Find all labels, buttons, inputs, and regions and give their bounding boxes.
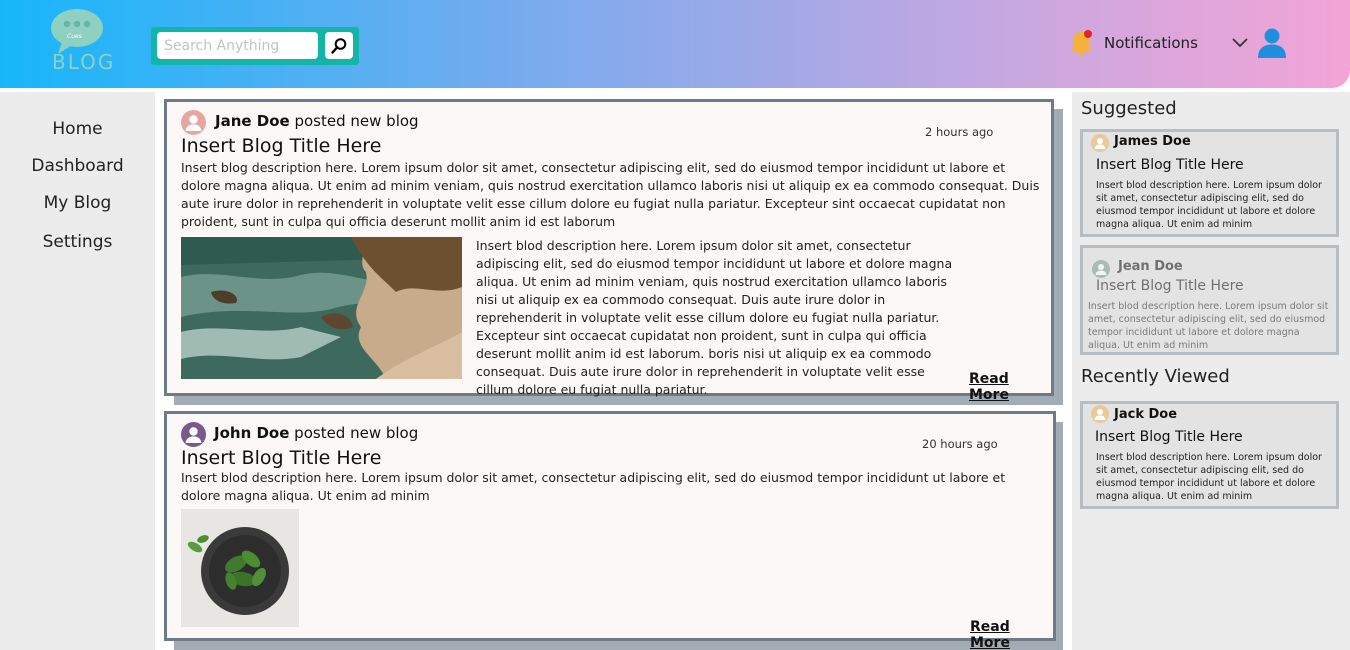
nav-item-settings[interactable]: Settings [0, 232, 155, 252]
suggested-title: Insert Blog Title Here [1096, 278, 1244, 294]
suggested-author-name: Jean Doe [1118, 259, 1183, 274]
author-name[interactable]: Jane Doe [215, 112, 290, 130]
post-side-text: Insert blod description here. Lorem ipsu… [476, 238, 953, 397]
recently-viewed-card[interactable]: Jack Doe Insert Blog Title Here Insert b… [1080, 401, 1339, 509]
notification-bell-icon[interactable] [1068, 29, 1094, 57]
post-card[interactable]: John Doe posted new blog 20 hours ago In… [164, 411, 1056, 650]
post-title[interactable]: Insert Blog Title Here [181, 135, 381, 157]
post-image-greens [181, 509, 299, 627]
user-profile-icon[interactable] [1255, 26, 1289, 60]
author-avatar-icon [1092, 260, 1110, 278]
suggested-author-name: James Doe [1114, 134, 1191, 149]
recent-author-name: Jack Doe [1114, 407, 1178, 422]
search-icon [331, 37, 347, 54]
post-card[interactable]: Jane Doe posted new blog 2 hours ago Ins… [164, 99, 1054, 403]
author-avatar-icon [1091, 134, 1109, 152]
author-name[interactable]: John Doe [214, 424, 289, 442]
suggested-card[interactable]: Jean Doe Insert Blog Title Here Insert b… [1080, 245, 1339, 355]
nav-item-my-blog[interactable]: My Blog [0, 193, 155, 213]
nav-item-dashboard[interactable]: Dashboard [0, 156, 155, 176]
author-avatar-icon[interactable] [181, 110, 206, 135]
author-avatar-icon[interactable] [181, 422, 206, 447]
author-action: posted new blog [289, 112, 419, 130]
left-navigation: Home Dashboard My Blog Settings [0, 92, 155, 650]
logo-small-text: Cues [67, 33, 82, 40]
post-title[interactable]: Insert Blog Title Here [181, 447, 381, 469]
notifications-label[interactable]: Notifications [1104, 34, 1198, 52]
suggested-heading: Suggested [1081, 98, 1177, 119]
suggested-title: Insert Blog Title Here [1096, 157, 1244, 173]
recent-title: Insert Blog Title Here [1095, 429, 1243, 445]
search-button[interactable] [325, 32, 353, 59]
suggested-card[interactable]: James Doe Insert Blog Title Here Insert … [1080, 129, 1339, 237]
read-more-link[interactable]: Read More [969, 371, 1051, 403]
author-avatar-icon [1091, 405, 1109, 423]
post-time: 2 hours ago [925, 125, 994, 139]
chevron-down-icon[interactable] [1230, 34, 1250, 50]
suggested-description: Insert blod description here. Lorem ipsu… [1088, 301, 1329, 351]
post-time: 20 hours ago [922, 437, 998, 451]
suggested-card-content: Jean Doe Insert Blog Title Here Insert b… [1083, 248, 1336, 352]
post-image-beach [181, 237, 462, 379]
nav-item-home[interactable]: Home [0, 119, 155, 139]
post-description: Insert blod description here. Lorem ipsu… [181, 470, 1006, 503]
post-description: Insert blog description here. Lorem ipsu… [181, 160, 1040, 229]
author-action: posted new blog [289, 424, 419, 442]
right-sidebar: Suggested James Doe Insert Blog Title He… [1072, 92, 1350, 650]
search-input[interactable] [157, 32, 318, 59]
blog-feed: Jane Doe posted new blog 2 hours ago Ins… [155, 92, 1072, 650]
search-bar [151, 27, 359, 65]
logo-text: BLOG [52, 50, 116, 74]
read-more-link[interactable]: Read More [970, 619, 1053, 650]
top-header: Cues BLOG Notifications [0, 0, 1350, 88]
recent-description: Insert blod description here. Lorem ipsu… [1096, 452, 1322, 502]
suggested-description: Insert blod description here. Lorem ipsu… [1096, 180, 1322, 230]
post-author-line: John Doe posted new blog [214, 424, 418, 442]
post-author-line: Jane Doe posted new blog [215, 112, 419, 130]
recently-viewed-heading: Recently Viewed [1081, 366, 1230, 387]
